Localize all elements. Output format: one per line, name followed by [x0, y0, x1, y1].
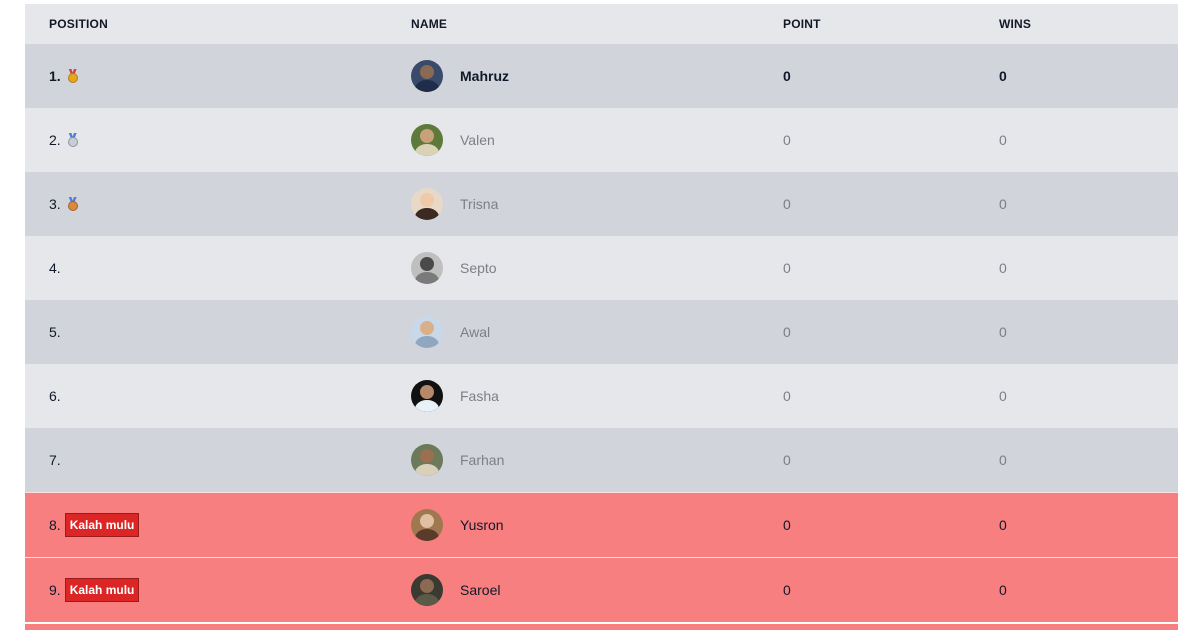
avatar — [411, 60, 443, 92]
wins-value: 0 — [999, 324, 1007, 340]
next-row-edge — [25, 624, 1178, 630]
table-row: 7. Farhan 0 0 — [25, 428, 1178, 492]
position-cell: 7. — [49, 452, 61, 468]
name-cell: Fasha — [411, 380, 499, 412]
avatar — [411, 316, 443, 348]
header-position: POSITION — [49, 17, 108, 31]
position-cell: 1. — [49, 68, 79, 84]
point-value: 0 — [783, 260, 791, 276]
name-cell: Septo — [411, 252, 497, 284]
player-name: Trisna — [460, 196, 499, 212]
name-cell: Mahruz — [411, 60, 509, 92]
table-row: 5. Awal 0 0 — [25, 300, 1178, 364]
loser-badge: Kalah mulu — [64, 513, 140, 537]
position-number: 8. — [49, 517, 61, 533]
position-cell: 5. — [49, 324, 61, 340]
position-number: 1. — [49, 68, 61, 84]
trophy-icon — [67, 69, 79, 83]
avatar — [411, 380, 443, 412]
player-name: Septo — [460, 260, 497, 276]
position-number: 3. — [49, 196, 61, 212]
avatar — [411, 188, 443, 220]
silver-medal-icon — [67, 133, 79, 147]
player-name: Awal — [460, 324, 491, 340]
position-cell: 6. — [49, 388, 61, 404]
table-row: 8. Kalah mulu Yusron 0 0 — [25, 492, 1178, 557]
avatar — [411, 252, 443, 284]
wins-value: 0 — [999, 196, 1007, 212]
player-name: Yusron — [460, 517, 504, 533]
position-number: 9. — [49, 582, 61, 598]
bronze-medal-icon — [67, 197, 79, 211]
name-cell: Farhan — [411, 444, 504, 476]
avatar — [411, 509, 443, 541]
point-value: 0 — [783, 68, 791, 84]
point-value: 0 — [783, 517, 791, 533]
player-name: Mahruz — [460, 68, 509, 84]
position-cell: 9. Kalah mulu — [49, 578, 140, 602]
header-point: POINT — [783, 17, 821, 31]
avatar — [411, 444, 443, 476]
position-cell: 2. — [49, 132, 79, 148]
player-name: Fasha — [460, 388, 499, 404]
name-cell: Awal — [411, 316, 490, 348]
header-name: NAME — [411, 17, 448, 31]
point-value: 0 — [783, 582, 791, 598]
header-wins: WINS — [999, 17, 1032, 31]
table-row: 1. Mahruz 0 0 — [25, 44, 1178, 108]
position-number: 2. — [49, 132, 61, 148]
point-value: 0 — [783, 196, 791, 212]
point-value: 0 — [783, 388, 791, 404]
point-value: 0 — [783, 324, 791, 340]
position-number: 6. — [49, 388, 61, 404]
table-row: 2. Valen 0 0 — [25, 108, 1178, 172]
position-cell: 8. Kalah mulu — [49, 513, 140, 537]
position-number: 4. — [49, 260, 61, 276]
point-value: 0 — [783, 452, 791, 468]
loser-badge: Kalah mulu — [64, 578, 140, 602]
player-name: Valen — [460, 132, 495, 148]
table-row: 3. Trisna 0 0 — [25, 172, 1178, 236]
table-row: 6. Fasha 0 0 — [25, 364, 1178, 428]
wins-value: 0 — [999, 68, 1007, 84]
wins-value: 0 — [999, 582, 1007, 598]
player-name: Saroel — [460, 582, 501, 598]
name-cell: Trisna — [411, 188, 498, 220]
wins-value: 0 — [999, 388, 1007, 404]
wins-value: 0 — [999, 452, 1007, 468]
player-name: Farhan — [460, 452, 505, 468]
position-cell: 3. — [49, 196, 79, 212]
wins-value: 0 — [999, 517, 1007, 533]
table-header: POSITION NAME POINT WINS — [25, 4, 1178, 44]
wins-value: 0 — [999, 132, 1007, 148]
name-cell: Valen — [411, 124, 495, 156]
avatar — [411, 124, 443, 156]
wins-value: 0 — [999, 260, 1007, 276]
name-cell: Yusron — [411, 509, 504, 541]
table-row: 4. Septo 0 0 — [25, 236, 1178, 300]
position-cell: 4. — [49, 260, 61, 276]
position-number: 5. — [49, 324, 61, 340]
leaderboard-table: POSITION NAME POINT WINS 1. Mahruz 0 0 2… — [25, 4, 1178, 622]
point-value: 0 — [783, 132, 791, 148]
table-row: 9. Kalah mulu Saroel 0 0 — [25, 557, 1178, 622]
avatar — [411, 574, 443, 606]
name-cell: Saroel — [411, 574, 500, 606]
position-number: 7. — [49, 452, 61, 468]
